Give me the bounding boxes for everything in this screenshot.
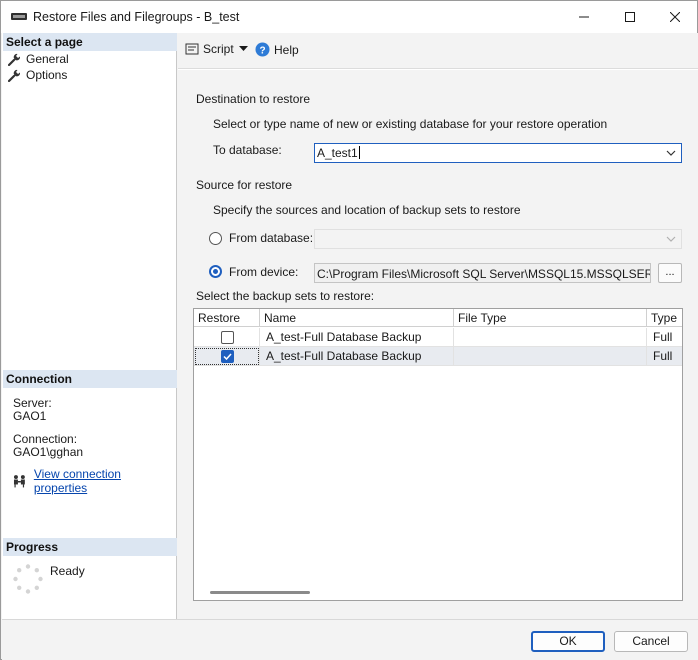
restore-checkbox[interactable] — [221, 331, 234, 344]
script-label: Script — [203, 42, 234, 56]
restore-cell — [194, 328, 260, 347]
column-header-name[interactable]: Name — [260, 309, 454, 327]
close-button[interactable] — [652, 1, 698, 33]
table-row[interactable]: A_test-Full Database Backup Full — [194, 347, 682, 366]
page-general[interactable]: General — [8, 51, 69, 67]
chevron-down-icon — [666, 150, 676, 156]
checkmark-icon — [223, 353, 232, 361]
to-database-value: A_test1 — [317, 146, 358, 160]
close-icon — [670, 12, 680, 22]
minimize-button[interactable] — [561, 1, 607, 33]
window-title: Restore Files and Filegroups - B_test — [33, 10, 240, 24]
toolbar: Script ? Help — [178, 33, 698, 69]
general-page-content: Destination to restore Select or type na… — [178, 70, 698, 619]
progress-status: Ready — [50, 564, 85, 578]
restore-cell — [194, 347, 260, 366]
name-cell: A_test-Full Database Backup — [260, 347, 454, 366]
horizontal-scrollbar[interactable] — [210, 591, 310, 594]
script-dropdown[interactable] — [239, 46, 248, 52]
script-icon — [185, 43, 199, 55]
from-database-label: From database: — [229, 231, 314, 245]
connection-properties-icon — [13, 475, 25, 488]
select-page-header: Select a page — [3, 33, 177, 51]
view-connection-row: View connection properties — [12, 467, 176, 495]
title-bar: Restore Files and Filegroups - B_test — [1, 1, 697, 33]
help-button[interactable]: ? Help — [255, 42, 299, 57]
backup-sets-label: Select the backup sets to restore: — [196, 289, 375, 303]
wrench-icon — [8, 69, 21, 82]
maximize-icon — [625, 12, 635, 22]
backup-sets-grid: Restore Name File Type Type A_test-Full … — [193, 308, 683, 601]
to-database-label: To database: — [213, 143, 282, 157]
help-icon: ? — [255, 42, 270, 57]
page-general-label: General — [26, 52, 69, 66]
view-connection-properties-link[interactable]: View connection properties — [34, 467, 176, 495]
from-device-label: From device: — [229, 265, 299, 279]
restore-dialog: Restore Files and Filegroups - B_test Se… — [0, 0, 698, 660]
restore-checkbox[interactable] — [221, 350, 234, 363]
chevron-down-icon — [239, 46, 248, 51]
connection-value: GAO1\gghan — [13, 445, 84, 459]
server-label: Server: — [13, 396, 52, 410]
script-button[interactable]: Script — [185, 42, 234, 56]
table-row[interactable]: A_test-Full Database Backup Full — [194, 328, 682, 347]
source-heading: Source for restore — [196, 178, 293, 192]
type-cell: Full — [653, 349, 673, 363]
maximize-button[interactable] — [607, 1, 653, 33]
wrench-icon — [8, 53, 21, 66]
connection-header: Connection — [3, 370, 177, 388]
column-header-type[interactable]: Type — [647, 309, 682, 327]
column-header-file-type[interactable]: File Type — [454, 309, 647, 327]
from-device-path: C:\Program Files\Microsoft SQL Server\MS… — [317, 267, 650, 281]
page-options[interactable]: Options — [8, 67, 67, 83]
progress-spinner-icon — [13, 564, 43, 594]
ok-button[interactable]: OK — [531, 631, 605, 652]
help-label: Help — [274, 42, 299, 57]
from-device-radio[interactable] — [209, 265, 222, 278]
dialog-icon — [11, 13, 27, 20]
connection-label: Connection: — [13, 432, 78, 446]
grid-header: Restore Name File Type Type — [194, 309, 682, 327]
svg-text:?: ? — [259, 45, 265, 56]
from-database-combo[interactable] — [314, 229, 682, 249]
dialog-footer: OK Cancel — [2, 619, 698, 660]
cancel-button[interactable]: Cancel — [614, 631, 688, 652]
chevron-down-icon — [666, 236, 676, 242]
page-options-label: Options — [26, 68, 68, 82]
from-database-radio[interactable] — [209, 232, 222, 245]
source-instruction: Specify the sources and location of back… — [213, 203, 521, 217]
file-type-cell — [454, 347, 647, 366]
type-cell: Full — [653, 330, 673, 344]
destination-instruction: Select or type name of new or existing d… — [213, 117, 608, 131]
right-pane: Script ? Help Destination to restore Sel… — [178, 33, 698, 619]
destination-heading: Destination to restore — [196, 92, 311, 106]
column-header-restore[interactable]: Restore — [194, 309, 260, 327]
server-value: GAO1 — [13, 409, 47, 423]
name-cell: A_test-Full Database Backup — [260, 328, 454, 347]
file-type-cell — [454, 328, 647, 347]
left-pane: Select a page General Options Connection… — [2, 33, 177, 619]
minimize-icon — [579, 16, 589, 18]
browse-device-button[interactable]: ... — [658, 263, 682, 283]
to-database-combo[interactable]: A_test1 — [314, 143, 682, 163]
progress-header: Progress — [3, 538, 177, 556]
from-device-path-field[interactable]: C:\Program Files\Microsoft SQL Server\MS… — [314, 263, 651, 283]
